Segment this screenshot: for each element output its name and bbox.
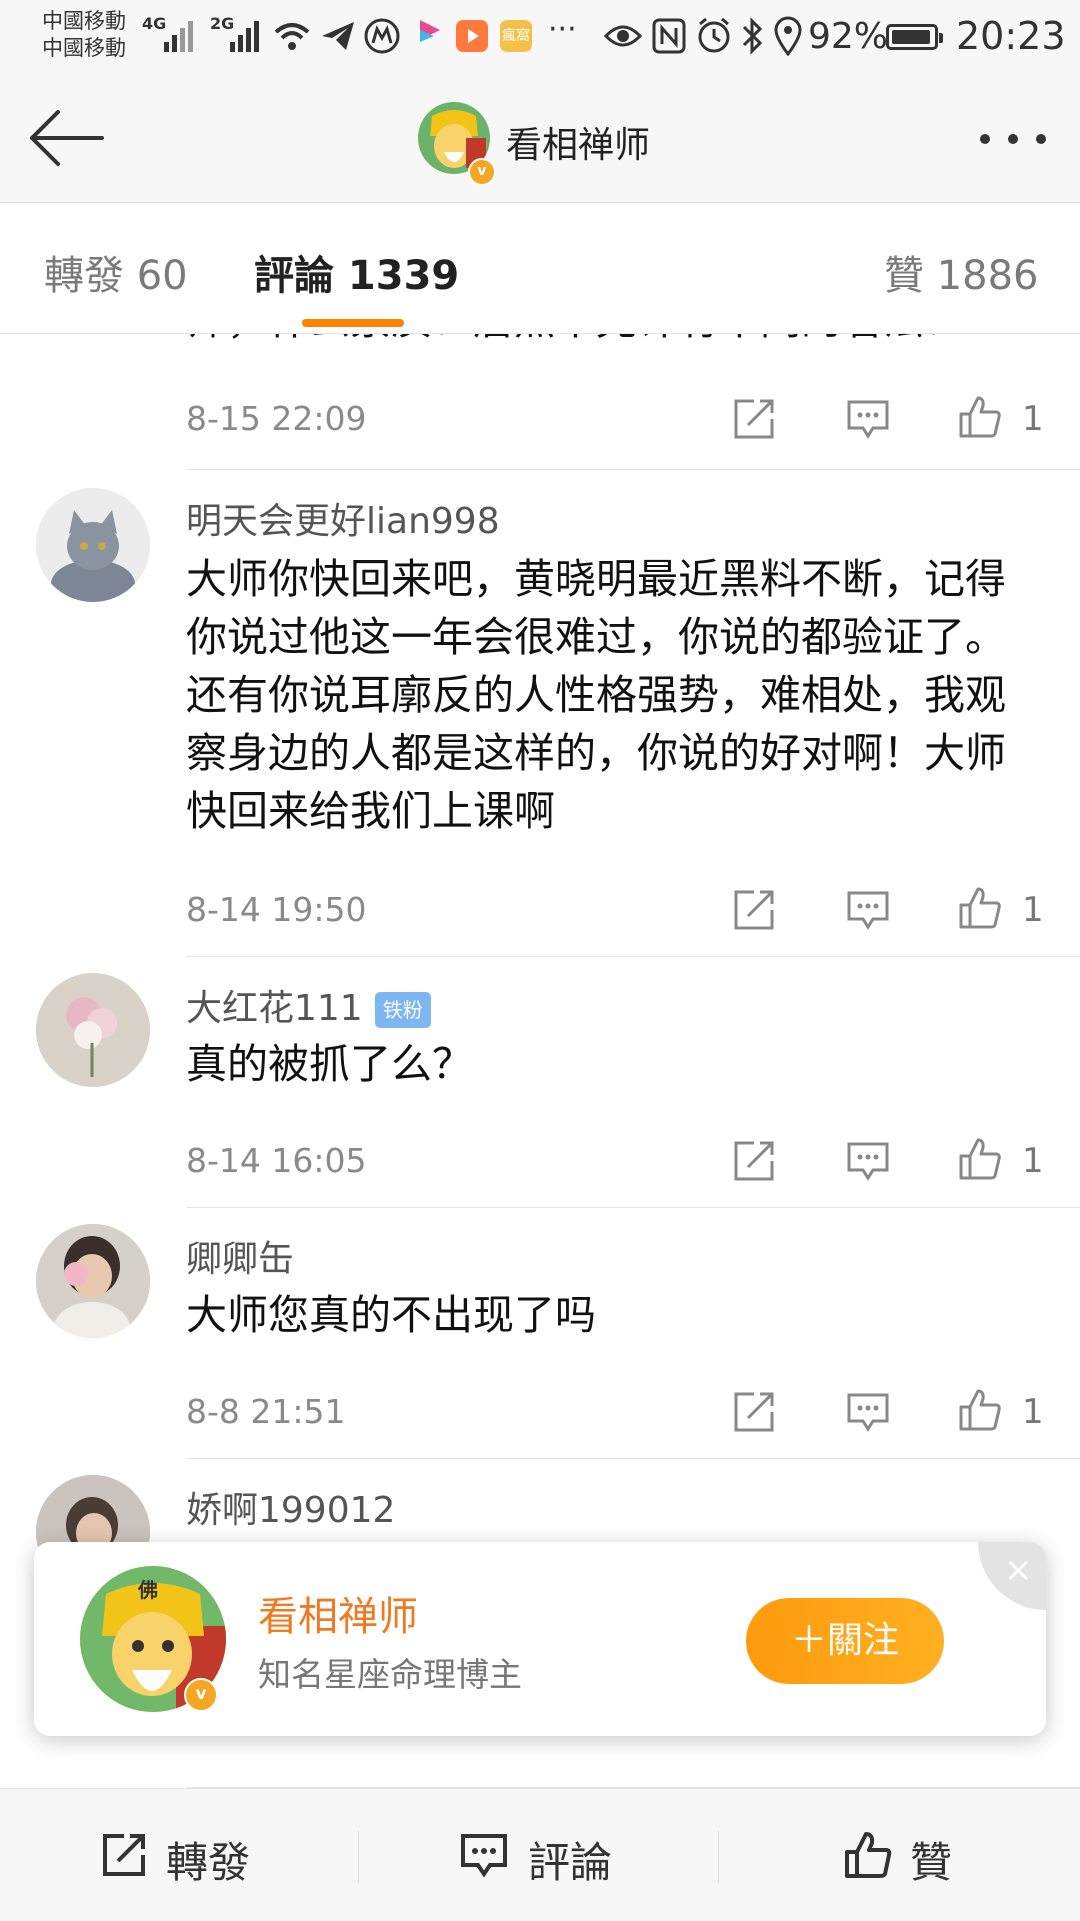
- commenter-name[interactable]: 卿卿缶: [186, 1230, 294, 1282]
- thumbs-up-icon[interactable]: [958, 1137, 1002, 1181]
- battery-percent: 92%: [808, 16, 889, 57]
- comment-item: 卿卿缶 大师您真的不出现了吗 8-8 21:51 1: [0, 1208, 1080, 1459]
- nfc-icon: [652, 18, 686, 54]
- commenter-name[interactable]: 明天会更好lian998: [186, 492, 500, 544]
- comment-button[interactable]: 評論: [360, 1789, 720, 1921]
- signal-icon-2: [226, 14, 262, 52]
- repost-icon[interactable]: [732, 397, 776, 441]
- active-tab-indicator: [302, 319, 404, 327]
- popup-account-name[interactable]: 看相禅师: [258, 1584, 418, 1642]
- comment-text: 大师您真的不出现了吗: [186, 1291, 596, 1339]
- telegram-icon: [322, 22, 354, 50]
- tab-likes[interactable]: 贊 1886: [884, 243, 1039, 301]
- bluetooth-icon: [742, 17, 763, 55]
- comment-bubble-icon[interactable]: [846, 888, 890, 932]
- carrier-1: 中國移動: [42, 9, 126, 33]
- tab-repost[interactable]: 轉發 60: [44, 243, 188, 301]
- close-glyph: ×: [1004, 1550, 1033, 1590]
- divider: [718, 1831, 719, 1883]
- status-bar: 中國移動 中國移動 4G 2G 瘋窩 ··· 92% 20:23: [0, 0, 1080, 80]
- thumbs-up-icon[interactable]: [958, 395, 1002, 439]
- comment-item: 师，什么素质？居然不允许有不同的看法？ 8-15 22:09 1: [0, 333, 1080, 470]
- repost-icon[interactable]: [732, 1390, 776, 1434]
- comment-time: 8-14 19:50: [186, 890, 367, 929]
- comment-bubble-icon: [461, 1834, 507, 1878]
- commenter-avatar[interactable]: [36, 973, 150, 1087]
- commenter-avatar[interactable]: [36, 1224, 150, 1338]
- like-count: 1: [1022, 399, 1044, 439]
- like-count: 1: [1022, 890, 1044, 930]
- follow-button[interactable]: ＋關注: [746, 1598, 944, 1684]
- status-time: 20:23: [956, 14, 1066, 58]
- repost-icon[interactable]: [732, 1139, 776, 1183]
- comment-time: 8-8 21:51: [186, 1392, 346, 1431]
- fengwo-app-icon: 瘋窩: [500, 20, 532, 52]
- carrier-labels: 中國移動 中國移動: [42, 8, 126, 62]
- arrow-left-icon[interactable]: [28, 106, 104, 170]
- commenter-name[interactable]: 娇啊199012: [186, 1481, 395, 1533]
- comment-text: 大师你快回来吧，黄晓明最近黑料不断，记得你说过他这一年会很难过，你说的都验证了。…: [186, 555, 1006, 835]
- like-button[interactable]: 贊: [720, 1789, 1080, 1921]
- comment-bubble-icon[interactable]: [846, 1390, 890, 1434]
- carrier-2: 中國移動: [42, 36, 126, 60]
- fan-badge: 铁粉: [374, 992, 431, 1028]
- thumbs-up-icon: [845, 1832, 892, 1878]
- commenter-name[interactable]: 大红花111 铁粉: [186, 979, 431, 1031]
- comment-item: 大红花111 铁粉 真的被抓了么？ 8-14 16:05 1: [0, 957, 1080, 1208]
- comment-bubble-icon[interactable]: [846, 1139, 890, 1183]
- share-box-icon: [103, 1834, 145, 1876]
- verified-badge-icon: v: [184, 1678, 218, 1712]
- follow-suggestion-card: 佛 v 看相禅师 知名星座命理博主 ＋關注 ×: [34, 1542, 1046, 1736]
- comment-label: 評論: [528, 1838, 613, 1887]
- signal-icon: [160, 14, 196, 52]
- avatar-hat-text: 佛: [138, 1578, 158, 1602]
- commenter-avatar[interactable]: [36, 488, 150, 602]
- top-navigation-bar: v 看相禅师: [0, 80, 1080, 203]
- like-label: 贊: [910, 1838, 953, 1887]
- wifi-icon: [274, 23, 310, 50]
- bottom-action-bar: 轉發 評論 贊: [0, 1788, 1080, 1921]
- repost-label: 轉發: [166, 1838, 251, 1887]
- thumbs-up-icon[interactable]: [958, 886, 1002, 930]
- alarm-icon: [698, 17, 730, 53]
- location-icon: [774, 16, 802, 56]
- tab-comments[interactable]: 評論 1339: [254, 243, 459, 301]
- tab-bar: 轉發 60 評論 1339 贊 1886: [0, 203, 1080, 334]
- battery-icon: [886, 24, 943, 50]
- divider: [358, 1831, 359, 1883]
- like-count: 1: [1022, 1392, 1044, 1432]
- comment-bubble-icon[interactable]: [846, 397, 890, 441]
- page-title: 看相禅师: [506, 125, 651, 166]
- close-icon[interactable]: ×: [978, 1542, 1046, 1610]
- app-m-icon: [364, 18, 400, 54]
- repost-icon[interactable]: [732, 888, 776, 932]
- popup-account-description: 知名星座命理博主: [258, 1655, 522, 1694]
- video-app-icon: [456, 20, 488, 52]
- comment-time: 8-14 16:05: [186, 1141, 367, 1180]
- repost-button[interactable]: 轉發: [0, 1789, 360, 1921]
- more-dots-icon[interactable]: [974, 120, 1054, 156]
- comment-time: 8-15 22:09: [186, 399, 367, 438]
- comment-text: 师，什么素质？居然不允许有不同的看法？: [186, 333, 1046, 349]
- comment-text: 真的被抓了么？: [186, 1040, 473, 1088]
- like-count: 1: [1022, 1141, 1044, 1181]
- thumbs-up-icon[interactable]: [958, 1388, 1002, 1432]
- more-notifications-indicator: ···: [548, 12, 577, 47]
- eye-icon: [604, 25, 642, 47]
- comment-item: 明天会更好lian998 大师你快回来吧，黄晓明最近黑料不断，记得你说过他这一年…: [0, 470, 1080, 957]
- verified-badge-icon: v: [468, 158, 496, 186]
- youku-icon: [420, 20, 440, 42]
